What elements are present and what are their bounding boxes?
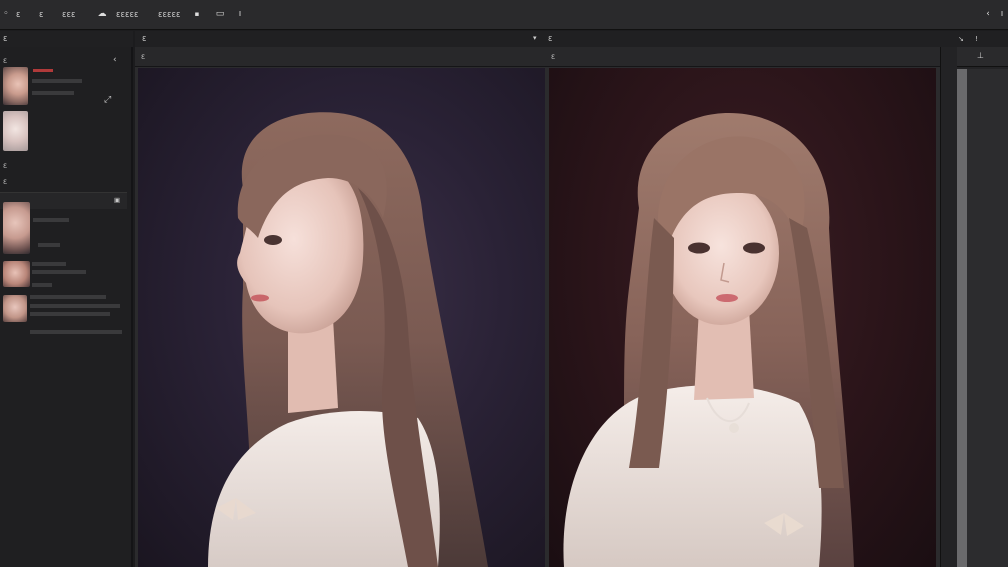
rail-toolbar: ⊥	[957, 47, 1008, 67]
sidebar: Ɛ ‹ ⤢ Ɛ Ɛ ▣	[0, 47, 133, 567]
left-panel-title: Ɛ	[3, 35, 8, 43]
thumbnail-caption	[30, 304, 120, 308]
scrollbar[interactable]	[957, 69, 967, 567]
thumbnail[interactable]	[3, 202, 30, 254]
center-panel-title: Ɛ	[142, 35, 147, 43]
viewport-label: Ɛ	[551, 53, 555, 61]
viewport-label: Ɛ	[141, 53, 145, 61]
sidebar-section-title: Ɛ	[3, 57, 7, 65]
settings-icon[interactable]: ▣	[114, 196, 120, 204]
image-canvas[interactable]	[549, 68, 936, 567]
cloud-icon[interactable]: ☁	[96, 9, 108, 19]
pin-icon[interactable]: ı	[996, 9, 1008, 19]
chevron-left-icon[interactable]: ‹	[113, 55, 117, 65]
chevron-left-icon[interactable]: ‹	[982, 9, 994, 19]
thumbnail-caption	[32, 79, 82, 83]
thumbnail[interactable]	[3, 295, 27, 322]
menu-item-tools[interactable]: ƐƐƐƐƐ	[116, 11, 139, 19]
thumbnail[interactable]	[3, 67, 28, 105]
arrow-icon[interactable]: ▪	[191, 9, 203, 19]
thumbnail-caption	[32, 91, 74, 95]
viewport-result: Ɛ	[545, 47, 940, 567]
menu-item-file[interactable]: Ɛ	[16, 11, 21, 19]
menu-item-view[interactable]: ƐƐƐ	[62, 11, 76, 19]
thumbnail-caption	[30, 312, 110, 316]
rail-header: ↘ !	[940, 31, 1008, 47]
sidebar-section-title: Ɛ	[3, 162, 7, 170]
center-panel-header: Ɛ ▾	[135, 31, 545, 47]
thumbnail-caption	[32, 283, 52, 287]
thumbnail-caption	[38, 243, 60, 247]
portrait-image	[563, 113, 854, 567]
pin-icon[interactable]: ▾	[533, 34, 537, 42]
app-icon[interactable]: ◦	[0, 9, 12, 19]
viewport-toolbar: Ɛ	[545, 47, 940, 67]
info-icon[interactable]: ı	[234, 9, 246, 19]
thumbnail-caption	[30, 295, 106, 299]
thumbnail[interactable]	[3, 111, 28, 151]
status-indicator	[33, 69, 53, 72]
sidebar-section-title: Ɛ	[3, 178, 7, 186]
portrait-image	[208, 112, 488, 567]
menu-item-edit[interactable]: Ɛ	[39, 11, 44, 19]
rail-panel	[967, 69, 1008, 567]
thumbnail-caption	[30, 330, 122, 334]
pin-icon[interactable]: !	[975, 35, 978, 43]
right-rail: ⊥	[940, 47, 1008, 567]
thumbnail[interactable]	[3, 261, 30, 287]
thumbnail-caption	[33, 218, 69, 222]
menubar: ◦ Ɛ Ɛ ƐƐƐ ☁ ƐƐƐƐƐ ƐƐƐƐƐ ▪ ▭ ı ‹ ı	[0, 0, 1008, 30]
image-canvas[interactable]	[138, 68, 545, 567]
thumbnail-caption	[32, 270, 86, 274]
viewport-original: Ɛ	[135, 47, 545, 567]
left-panel-header: Ɛ	[0, 31, 133, 47]
menu-item-window[interactable]: ƐƐƐƐƐ	[158, 11, 181, 19]
thumbnail-caption	[32, 262, 66, 266]
cursor-icon: ⤢	[104, 95, 112, 105]
viewport-toolbar: Ɛ	[135, 47, 545, 67]
right-panel-header: Ɛ	[545, 31, 940, 47]
image-icon[interactable]: ▭	[214, 9, 226, 19]
collapse-icon[interactable]: ↘	[958, 35, 964, 43]
minimize-icon[interactable]: ⊥	[977, 51, 984, 60]
right-panel-title: Ɛ	[548, 35, 553, 43]
